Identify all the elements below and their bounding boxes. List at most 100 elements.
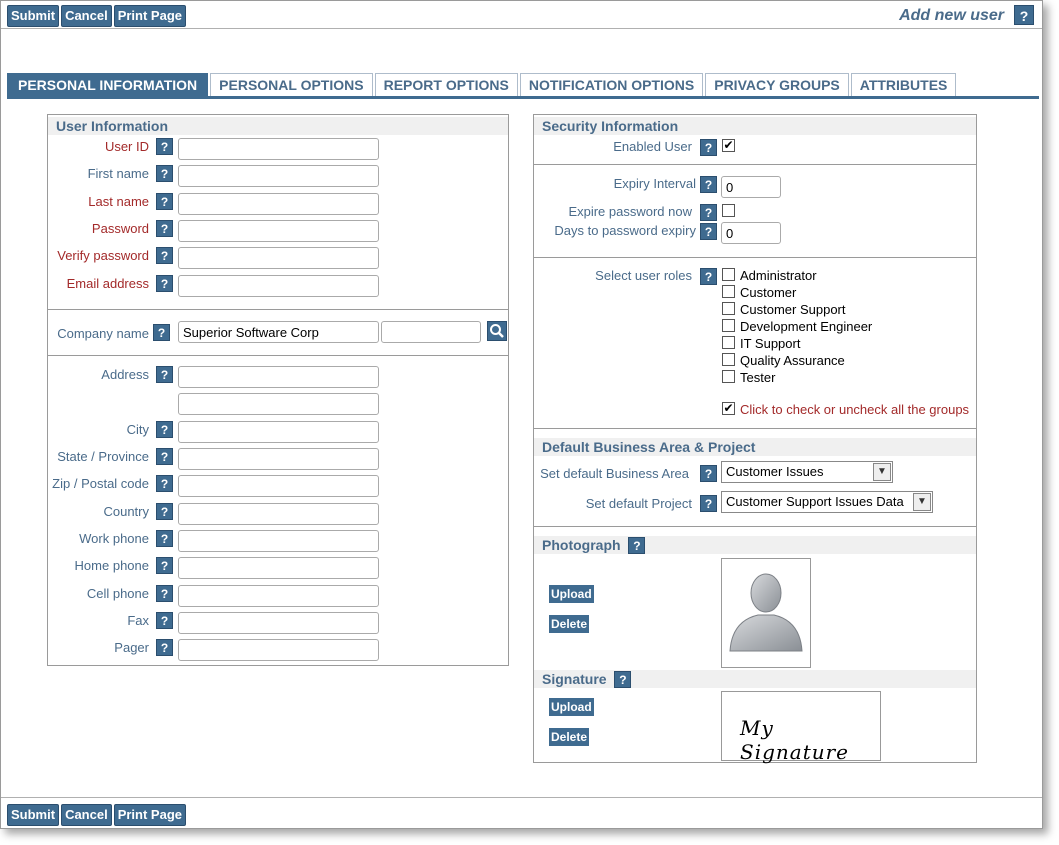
first-name-help-icon[interactable]: ? bbox=[156, 165, 173, 182]
city-label: City bbox=[126, 422, 149, 437]
signature-delete-button[interactable]: Delete bbox=[549, 728, 590, 746]
expire-password-now-help-icon[interactable]: ? bbox=[700, 204, 717, 221]
role-checkbox[interactable] bbox=[722, 319, 735, 332]
email-help-icon[interactable]: ? bbox=[156, 275, 173, 292]
expiry-interval-input[interactable] bbox=[721, 176, 781, 198]
enabled-user-help-icon[interactable]: ? bbox=[700, 139, 717, 156]
cell-phone-label: Cell phone bbox=[86, 586, 149, 601]
verify-password-input[interactable] bbox=[178, 247, 379, 269]
cancel-button[interactable]: Cancel bbox=[61, 5, 112, 27]
page-help-button[interactable]: ? bbox=[1014, 5, 1034, 25]
role-checkbox[interactable] bbox=[722, 353, 735, 366]
cell-phone-help-icon[interactable]: ? bbox=[156, 585, 173, 602]
fax-input[interactable] bbox=[178, 612, 379, 634]
home-phone-input[interactable] bbox=[178, 557, 379, 579]
photograph-heading-bar: Photograph ? bbox=[534, 536, 976, 554]
fax-label: Fax bbox=[127, 613, 149, 628]
country-input[interactable] bbox=[178, 503, 379, 525]
check-all-groups-label[interactable]: Click to check or uncheck all the groups bbox=[740, 402, 969, 417]
address-line1-input[interactable] bbox=[178, 366, 379, 388]
days-to-expiry-help-icon[interactable]: ? bbox=[700, 223, 717, 240]
address-help-icon[interactable]: ? bbox=[156, 366, 173, 383]
submit-button[interactable]: Submit bbox=[7, 5, 60, 27]
tab-notification-options[interactable]: NOTIFICATION OPTIONS bbox=[519, 73, 704, 97]
work-phone-input[interactable] bbox=[178, 530, 379, 552]
photograph-help-icon[interactable]: ? bbox=[628, 537, 646, 554]
tab-privacy-groups[interactable]: PRIVACY GROUPS bbox=[705, 73, 849, 97]
submit-button[interactable]: Submit bbox=[7, 804, 60, 826]
pager-input[interactable] bbox=[178, 639, 379, 661]
role-checkbox[interactable] bbox=[722, 268, 735, 281]
last-name-help-icon[interactable]: ? bbox=[156, 193, 173, 210]
role-label: Customer bbox=[740, 285, 797, 300]
expire-password-now-label: Expire password now bbox=[568, 204, 692, 219]
home-phone-help-icon[interactable]: ? bbox=[156, 557, 173, 574]
business-area-value: Customer Issues bbox=[726, 464, 824, 479]
role-label: Tester bbox=[740, 370, 776, 385]
photo-delete-button[interactable]: Delete bbox=[549, 615, 590, 633]
tab-personal-options[interactable]: PERSONAL OPTIONS bbox=[210, 73, 373, 97]
address-label: Address bbox=[101, 367, 149, 382]
expiry-interval-label: Expiry Interval bbox=[613, 176, 696, 191]
signature-help-icon[interactable]: ? bbox=[614, 671, 632, 688]
days-to-expiry-input[interactable] bbox=[721, 222, 781, 244]
country-help-icon[interactable]: ? bbox=[156, 503, 173, 520]
expiry-interval-help-icon[interactable]: ? bbox=[700, 176, 717, 193]
work-phone-help-icon[interactable]: ? bbox=[156, 530, 173, 547]
zip-input[interactable] bbox=[178, 475, 379, 497]
project-help-icon[interactable]: ? bbox=[700, 495, 717, 512]
city-input[interactable] bbox=[178, 421, 379, 443]
section-divider bbox=[534, 257, 976, 258]
last-name-input[interactable] bbox=[178, 193, 379, 215]
password-input[interactable] bbox=[178, 220, 379, 242]
business-area-help-icon[interactable]: ? bbox=[700, 465, 717, 482]
expire-password-now-checkbox[interactable] bbox=[722, 204, 735, 217]
city-help-icon[interactable]: ? bbox=[156, 421, 173, 438]
check-all-groups-checkbox[interactable]: ✔ bbox=[722, 402, 735, 415]
tab-report-options[interactable]: REPORT OPTIONS bbox=[374, 73, 518, 97]
business-area-select[interactable]: Customer Issues ▼ bbox=[721, 461, 893, 483]
state-label: State / Province bbox=[57, 449, 149, 464]
tab-bar: PERSONAL INFORMATION PERSONAL OPTIONS RE… bbox=[7, 73, 957, 97]
zip-help-icon[interactable]: ? bbox=[156, 475, 173, 492]
company-name-input[interactable] bbox=[178, 321, 379, 343]
fax-help-icon[interactable]: ? bbox=[156, 612, 173, 629]
photo-upload-button[interactable]: Upload bbox=[549, 585, 594, 603]
role-label: Development Engineer bbox=[740, 319, 873, 334]
address-line2-input[interactable] bbox=[178, 393, 379, 415]
first-name-input[interactable] bbox=[178, 165, 379, 187]
search-icon[interactable] bbox=[487, 321, 507, 341]
verify-password-help-icon[interactable]: ? bbox=[156, 247, 173, 264]
print-page-button[interactable]: Print Page bbox=[113, 5, 186, 27]
cancel-button[interactable]: Cancel bbox=[61, 804, 112, 826]
tab-personal-information[interactable]: PERSONAL INFORMATION bbox=[7, 73, 209, 97]
enabled-user-checkbox[interactable]: ✔ bbox=[722, 139, 735, 152]
company-search-input[interactable] bbox=[381, 321, 481, 343]
signature-upload-button[interactable]: Upload bbox=[549, 698, 594, 716]
select-roles-help-icon[interactable]: ? bbox=[700, 268, 717, 285]
bottom-divider bbox=[1, 797, 1042, 798]
tab-underline bbox=[7, 96, 1039, 99]
print-page-button[interactable]: Print Page bbox=[113, 804, 186, 826]
role-checkbox[interactable] bbox=[722, 370, 735, 383]
user-info-panel: User Information User ID ? First name ? … bbox=[47, 114, 509, 666]
company-name-help-icon[interactable]: ? bbox=[153, 324, 170, 341]
password-label: Password bbox=[91, 221, 149, 236]
password-help-icon[interactable]: ? bbox=[156, 220, 173, 237]
user-info-heading: User Information bbox=[48, 117, 508, 135]
role-label: IT Support bbox=[740, 336, 801, 351]
role-checkbox[interactable] bbox=[722, 336, 735, 349]
user-id-help-icon[interactable]: ? bbox=[156, 138, 173, 155]
user-id-input[interactable] bbox=[178, 138, 379, 160]
pager-help-icon[interactable]: ? bbox=[156, 639, 173, 656]
role-checkbox[interactable] bbox=[722, 285, 735, 298]
role-checkbox[interactable] bbox=[722, 302, 735, 315]
state-help-icon[interactable]: ? bbox=[156, 448, 173, 465]
signature-heading-bar: Signature ? bbox=[534, 670, 976, 688]
project-select[interactable]: Customer Support Issues Data ▼ bbox=[721, 491, 933, 513]
state-input[interactable] bbox=[178, 448, 379, 470]
email-label: Email address bbox=[66, 276, 149, 291]
cell-phone-input[interactable] bbox=[178, 585, 379, 607]
tab-attributes[interactable]: ATTRIBUTES bbox=[850, 73, 957, 97]
email-input[interactable] bbox=[178, 275, 379, 297]
